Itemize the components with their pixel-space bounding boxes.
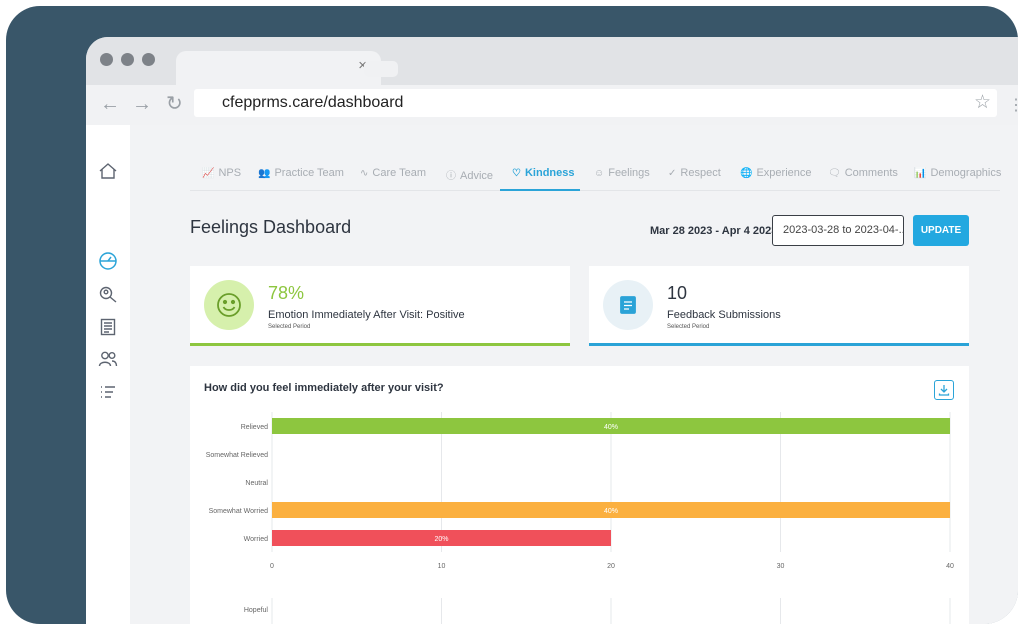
x-tick-label: 30 xyxy=(777,563,785,570)
bar-chart-icon: 📊 xyxy=(914,168,927,179)
y-category-label: Somewhat Worried xyxy=(209,508,269,515)
page-title: Feelings Dashboard xyxy=(190,217,352,237)
y-category-label: Worried xyxy=(244,536,268,543)
users-icon[interactable] xyxy=(98,349,118,369)
document-icon xyxy=(620,296,636,314)
bar-data-label: 20% xyxy=(434,536,448,543)
y-category-label: Relieved xyxy=(241,424,268,431)
window-minimize-dot[interactable] xyxy=(121,53,134,66)
tab-practice-team[interactable]: 👥 Practice Team xyxy=(258,167,344,179)
stat-sub: Selected Period xyxy=(268,324,311,330)
address-bar: ← → ↻ cfepprms.care/dashboard ☆ ⋮ xyxy=(86,85,1018,125)
browser-tab-active[interactable]: × xyxy=(176,51,381,85)
stat-icon-circle xyxy=(204,280,254,330)
info-icon: ⓘ xyxy=(446,171,456,182)
bar-data-label: 40% xyxy=(604,424,618,431)
tab-comments[interactable]: 🗨 Comments xyxy=(828,167,898,179)
tab-nps[interactable]: 📈 NPS xyxy=(202,167,241,179)
home-icon[interactable] xyxy=(98,161,118,181)
document-icon[interactable] xyxy=(98,317,118,337)
x-tick-label: 10 xyxy=(438,563,446,570)
list-icon[interactable] xyxy=(98,383,118,403)
x-tick-label: 0 xyxy=(270,563,274,570)
feedback-nav-tabs: 📈 NPS 👥 Practice Team ∿ Care Team ⓘ Advice ♡… xyxy=(190,161,1001,191)
sidebar xyxy=(86,125,130,624)
tab-strip: × xyxy=(86,37,1018,85)
new-tab-button[interactable] xyxy=(364,61,398,77)
x-tick-label: 20 xyxy=(607,563,615,570)
stat-card-emotion: 78% Emotion Immediately After Visit: Pos… xyxy=(190,266,570,346)
x-tick-label: 40 xyxy=(946,563,954,570)
tab-kindness[interactable]: ♡ Kindness xyxy=(512,167,574,179)
stat-value: 10 xyxy=(667,283,688,303)
feelings-bar-chart: 0 10 20 30 40 Relieved 40% Somewhat Relieved Neu… xyxy=(206,412,954,624)
stat-icon-circle xyxy=(603,280,653,330)
chart-icon: 📈 xyxy=(202,168,215,179)
smile-icon xyxy=(217,293,241,317)
globe-icon: 🌐 xyxy=(740,168,753,179)
url-field[interactable]: cfepprms.care/dashboard ☆ xyxy=(194,89,997,117)
tab-advice[interactable]: ⓘ Advice xyxy=(446,167,493,182)
bar-data-label: 40% xyxy=(604,508,618,515)
search-person-icon[interactable] xyxy=(98,285,118,305)
back-arrow-icon[interactable]: ← xyxy=(100,93,120,115)
feelings-chart-panel: How did you feel immediately after your … xyxy=(190,366,969,624)
pulse-icon: ∿ xyxy=(360,168,369,179)
tab-respect[interactable]: ✓ Respect xyxy=(668,167,721,179)
y-category-label: Hopeful xyxy=(244,607,269,614)
stat-sub: Selected Period xyxy=(667,324,710,330)
url-text: cfepprms.care/dashboard xyxy=(222,94,404,111)
menu-icon[interactable]: ⋮ xyxy=(1008,95,1018,115)
heart-icon: ♡ xyxy=(512,168,521,179)
reload-icon[interactable]: ↻ xyxy=(166,93,183,115)
tab-demographics[interactable]: 📊 Demographics xyxy=(914,167,1001,179)
comment-icon: 🗨 xyxy=(828,168,841,179)
browser-window: × ← → ↻ cfepprms.care/dashboard ☆ ⋮ 📈 NP… xyxy=(86,37,1018,624)
window-maximize-dot[interactable] xyxy=(142,53,155,66)
y-category-label: Neutral xyxy=(245,480,268,487)
date-range-label: Mar 28 2023 - Apr 4 2023 xyxy=(650,225,778,237)
team-icon: 👥 xyxy=(258,168,271,179)
star-icon[interactable]: ☆ xyxy=(974,91,991,114)
stat-label: Emotion Immediately After Visit: Positiv… xyxy=(268,309,465,321)
check-icon: ✓ xyxy=(668,168,677,179)
gauge-icon[interactable] xyxy=(98,251,118,271)
y-category-label: Somewhat Relieved xyxy=(206,452,268,459)
stat-value: 78% xyxy=(268,283,305,303)
dashboard-page: 📈 NPS 👥 Practice Team ∿ Care Team ⓘ Advice ♡… xyxy=(86,125,1018,624)
tab-experience[interactable]: 🌐 Experience xyxy=(740,167,812,179)
tab-care-team[interactable]: ∿ Care Team xyxy=(360,167,426,179)
stat-label: Feedback Submissions xyxy=(667,309,781,321)
smile-icon: ☺ xyxy=(594,168,605,179)
tab-feelings[interactable]: ☺ Feelings xyxy=(594,167,650,179)
date-range-input[interactable]: 2023-03-28 to 2023-04-... xyxy=(772,215,904,246)
update-button[interactable]: UPDATE xyxy=(913,215,969,246)
stat-card-submissions: 10 Feedback Submissions Selected Period xyxy=(589,266,969,346)
screenshot-frame: × ← → ↻ cfepprms.care/dashboard ☆ ⋮ 📈 NP… xyxy=(6,6,1018,624)
window-close-dot[interactable] xyxy=(100,53,113,66)
active-tab-underline xyxy=(500,189,580,191)
forward-arrow-icon[interactable]: → xyxy=(132,93,152,115)
